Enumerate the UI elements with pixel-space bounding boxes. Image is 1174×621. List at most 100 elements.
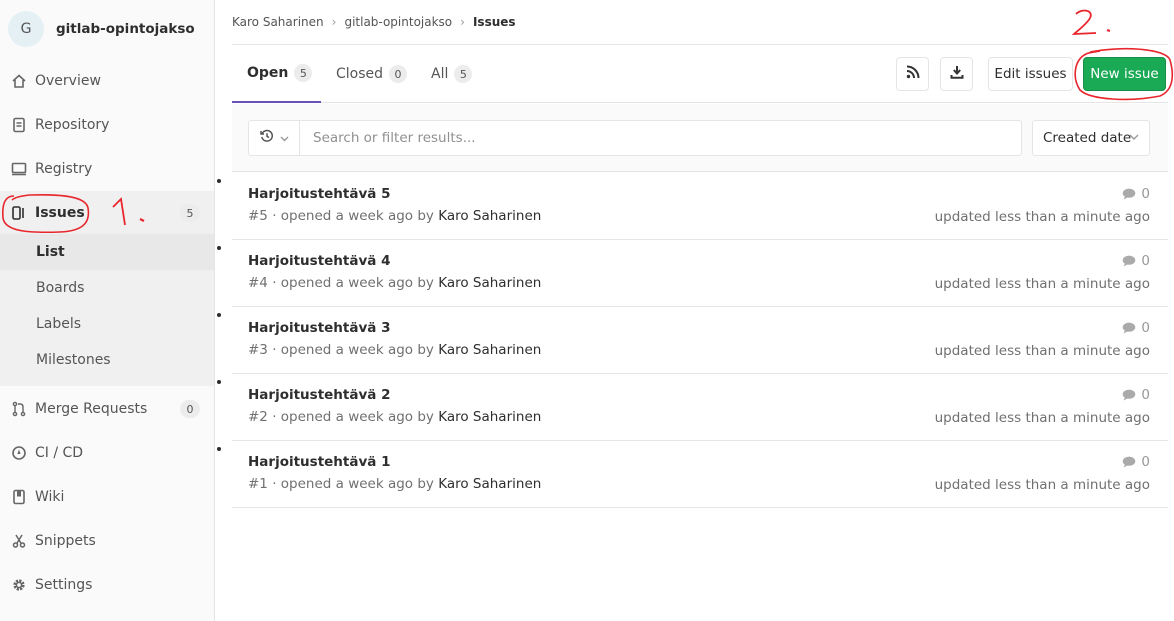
issue-row[interactable]: Harjoitustehtävä 3 #3 · opened a week ag… [232,307,1168,374]
chevron-right-icon: › [331,15,337,29]
issue-comments-link[interactable]: 0 [1122,186,1150,202]
recent-searches-dropdown[interactable] [249,121,300,155]
sidebar-item-registry[interactable]: Registry [0,147,214,191]
tab-count: 5 [454,65,473,83]
issue-comments-link[interactable]: 0 [1122,253,1150,269]
issue-title[interactable]: Harjoitustehtävä 2 [248,387,390,403]
merge-request-icon [10,401,27,418]
issues-subnav: List Boards Labels Milestones [0,234,214,386]
issue-title[interactable]: Harjoitustehtävä 5 [248,186,390,202]
sidebar-item-issues[interactable]: Issues 5 [0,191,214,235]
issue-comment-count: 0 [1141,454,1150,470]
breadcrumb-project[interactable]: gitlab-opintojakso [344,15,452,29]
issue-updated-time: updated less than a minute ago [934,410,1150,426]
sidebar-item-label: Repository [35,117,110,133]
subnav-item-boards[interactable]: Boards [0,270,214,306]
issue-row[interactable]: Harjoitustehtävä 2 #2 · opened a week ag… [232,374,1168,441]
issue-row[interactable]: Harjoitustehtävä 4 #4 · opened a week ag… [232,240,1168,307]
rss-icon [906,65,920,83]
sidebar: G gitlab-opintojakso Overview Repository… [0,0,215,621]
issue-author-link[interactable]: Karo Saharinen [438,342,541,358]
sidebar-item-snippets[interactable]: Snippets [0,519,214,563]
breadcrumb-current[interactable]: Issues [473,15,516,29]
sidebar-item-label: Registry [35,161,93,177]
sidebar-item-wiki[interactable]: Wiki [0,475,214,519]
tab-label: All [431,66,449,82]
issue-opened-text: · opened a week ago by [267,476,439,492]
merge-requests-count-badge: 0 [180,400,200,418]
tab-open[interactable]: Open 5 [232,45,321,103]
history-icon [259,129,274,147]
breadcrumb: Karo Saharinen › gitlab-opintojakso › Is… [232,0,1168,45]
sidebar-item-label: CI / CD [35,445,84,461]
issue-author-link[interactable]: Karo Saharinen [438,208,541,224]
tab-closed[interactable]: Closed 0 [336,45,408,103]
issue-comment-count: 0 [1141,387,1150,403]
issue-author-link[interactable]: Karo Saharinen [438,476,541,492]
home-icon [10,73,27,90]
issue-ref: #1 [248,476,268,492]
issue-updated-time: updated less than a minute ago [934,343,1150,359]
scissors-icon [10,533,27,550]
issue-author-link[interactable]: Karo Saharinen [438,409,541,425]
issue-updated-time: updated less than a minute ago [934,477,1150,493]
main-content: Karo Saharinen › gitlab-opintojakso › Is… [232,0,1168,508]
issues-top-row: Open 5 Closed 0 All 5 Edit issues New is… [232,45,1168,103]
sidebar-item-label: Settings [35,577,93,593]
issues-list: Harjoitustehtävä 5 #5 · opened a week ag… [232,173,1168,508]
breadcrumb-user[interactable]: Karo Saharinen [232,15,324,29]
issue-title[interactable]: Harjoitustehtävä 4 [248,253,390,269]
sidebar-item-ci-cd[interactable]: CI / CD [0,431,214,475]
sidebar-item-repository[interactable]: Repository [0,103,214,147]
sidebar-item-label: Wiki [35,489,65,505]
tab-count: 5 [294,64,313,82]
subnav-item-labels[interactable]: Labels [0,306,214,342]
filter-bar: Created date [232,104,1168,172]
sidebar-item-settings[interactable]: Settings [0,563,214,607]
issue-author-link[interactable]: Karo Saharinen [438,275,541,291]
subnav-item-list[interactable]: List [0,234,214,270]
comment-icon [1123,322,1136,334]
tab-count: 0 [389,65,408,83]
issue-updated-time: updated less than a minute ago [934,276,1150,292]
project-avatar[interactable]: G [8,11,44,47]
project-header[interactable]: G gitlab-opintojakso [0,0,214,58]
sidebar-item-overview[interactable]: Overview [0,59,214,103]
rss-button[interactable] [896,57,929,91]
issue-comment-count: 0 [1141,186,1150,202]
issue-ref: #5 [248,208,268,224]
comment-icon [1123,389,1136,401]
issue-comments-link[interactable]: 0 [1122,387,1150,403]
subnav-item-milestones[interactable]: Milestones [0,342,214,378]
edit-issues-button[interactable]: Edit issues [988,57,1073,91]
issue-comments-link[interactable]: 0 [1122,320,1150,336]
chevron-right-icon: › [460,15,465,29]
issue-title[interactable]: Harjoitustehtävä 3 [248,320,390,336]
sort-dropdown[interactable]: Created date [1032,120,1150,156]
gear-icon [10,577,27,594]
doc-icon [10,117,27,134]
new-issue-button[interactable]: New issue [1083,57,1166,91]
tab-all[interactable]: All 5 [431,45,473,103]
issue-comments-link[interactable]: 0 [1122,454,1150,470]
issue-meta: #4 · opened a week ago by Karo Saharinen [248,275,541,291]
issue-opened-text: · opened a week ago by [267,275,439,291]
rocket-icon [10,445,27,462]
sidebar-item-label: Overview [35,73,101,89]
issue-opened-text: · opened a week ago by [267,342,439,358]
issue-opened-text: · opened a week ago by [267,208,439,224]
issue-row[interactable]: Harjoitustehtävä 5 #5 · opened a week ag… [232,173,1168,240]
sidebar-item-label: Issues [35,205,85,221]
sidebar-item-merge-requests[interactable]: Merge Requests 0 [0,387,214,431]
export-button[interactable] [940,57,973,91]
issue-meta: #1 · opened a week ago by Karo Saharinen [248,476,541,492]
issue-updated-time: updated less than a minute ago [934,209,1150,225]
search-input[interactable] [300,122,1000,154]
issues-icon [10,205,27,222]
project-name[interactable]: gitlab-opintojakso [56,21,195,37]
issue-title[interactable]: Harjoitustehtävä 1 [248,454,390,470]
issue-opened-text: · opened a week ago by [267,409,439,425]
comment-icon [1123,188,1136,200]
issue-row[interactable]: Harjoitustehtävä 1 #1 · opened a week ag… [232,441,1168,508]
issue-ref: #2 [248,409,268,425]
